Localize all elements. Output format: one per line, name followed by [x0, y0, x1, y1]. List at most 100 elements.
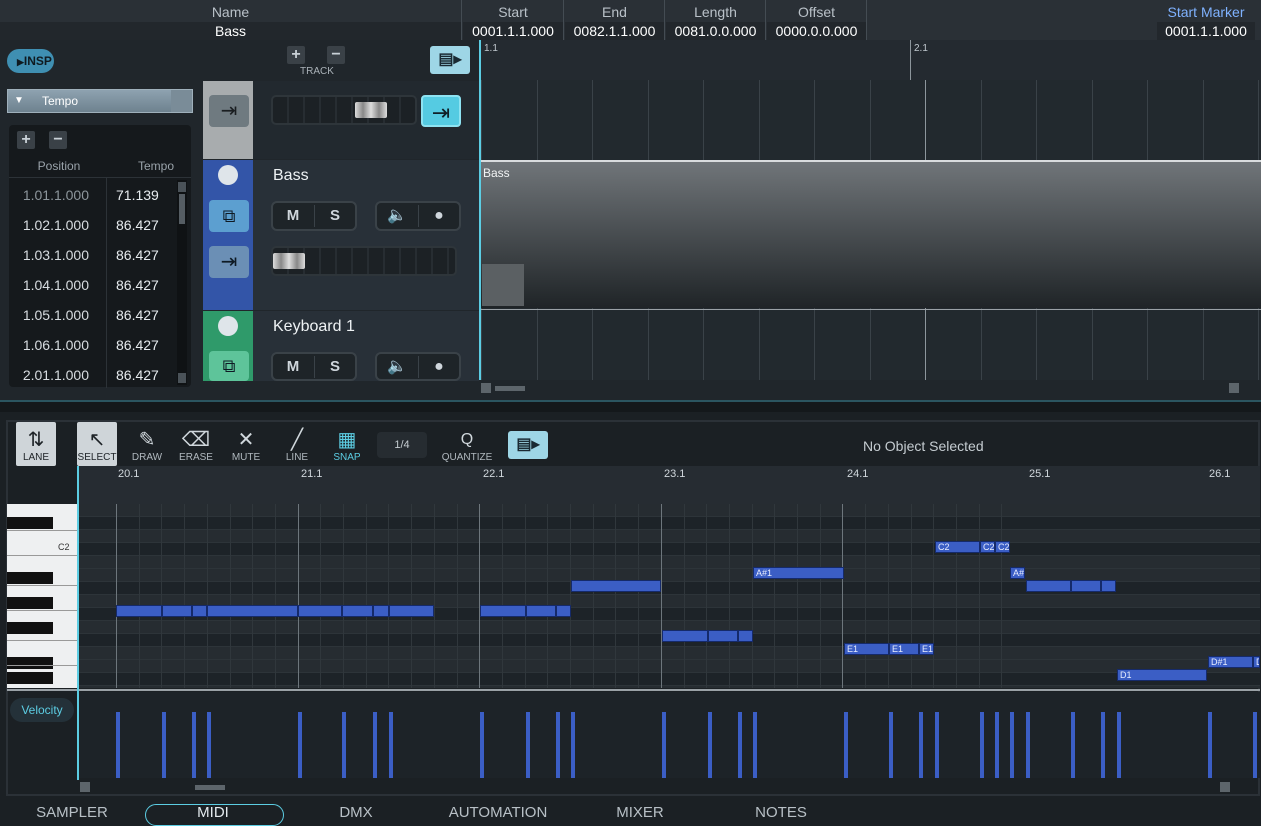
panel-splitter[interactable] [0, 400, 1261, 412]
midi-note[interactable]: A# [1010, 567, 1025, 579]
record-arm-icon[interactable]: ● [419, 354, 459, 380]
arrange-hscroll-thumb[interactable] [495, 386, 525, 391]
piano-hscroll-thumb[interactable] [195, 785, 225, 790]
line-tool[interactable]: ╱ LINE [277, 428, 317, 463]
midi-note[interactable]: D#1 [1208, 656, 1253, 668]
mute-button[interactable]: M [273, 354, 313, 380]
velocity-bar[interactable] [1117, 712, 1121, 778]
velocity-bar[interactable] [298, 712, 302, 778]
tempo-dropdown[interactable]: ▼ Tempo [7, 89, 193, 113]
black-key[interactable] [7, 572, 53, 584]
remove-tempo-button[interactable]: − [49, 131, 67, 149]
start-cell[interactable]: Start 0001.1.1.000 [463, 0, 564, 40]
end-value[interactable]: 0082.1.1.000 [565, 22, 664, 40]
offset-cell[interactable]: Offset 0000.0.0.000 [767, 0, 867, 40]
tempo-row-value[interactable]: 86.427 [116, 330, 159, 360]
inspector-button[interactable]: ▶INSP [7, 49, 54, 73]
output-icon[interactable]: ⇥ [421, 95, 461, 127]
add-track-button[interactable]: + [287, 46, 305, 64]
velocity-bar[interactable] [738, 712, 742, 778]
midi-note[interactable] [207, 605, 298, 617]
fader-thumb[interactable] [355, 102, 387, 118]
midi-note[interactable] [526, 605, 556, 617]
tempo-row-value[interactable]: 86.427 [116, 210, 159, 240]
midi-note[interactable] [162, 605, 192, 617]
velocity-bar[interactable] [919, 712, 923, 778]
velocity-bar[interactable] [526, 712, 530, 778]
mute-tool[interactable]: ✕ MUTE [226, 428, 266, 463]
offset-value[interactable]: 0000.0.0.000 [767, 22, 866, 40]
add-tempo-button[interactable]: + [17, 131, 35, 149]
bass-clip[interactable]: Bass [481, 160, 1261, 308]
tempo-row[interactable]: 1.05.1.000 86.427 [1, 300, 171, 330]
midi-note[interactable]: C2 [980, 541, 995, 553]
start-marker-cell[interactable]: Start Marker 0001.1.1.000 [1157, 0, 1255, 40]
tempo-row-value[interactable]: 71.139 [116, 180, 159, 210]
midi-note[interactable]: A#1 [753, 567, 844, 579]
midi-note[interactable] [1026, 580, 1071, 592]
velocity-bar[interactable] [162, 712, 166, 778]
midi-note[interactable] [192, 605, 207, 617]
tempo-row[interactable]: 1.03.1.000 86.427 [1, 240, 171, 270]
input-icon[interactable]: ⇥ [209, 246, 249, 278]
snap-tool[interactable]: ▦ SNAP [327, 428, 367, 463]
midi-note[interactable] [708, 630, 738, 642]
velocity-bar[interactable] [995, 712, 999, 778]
midi-note[interactable]: C2 [995, 541, 1010, 553]
velocity-lane-button[interactable]: Velocity [10, 698, 74, 722]
monitor-speaker-icon[interactable]: 🔈 [377, 203, 417, 229]
tempo-row[interactable]: 1.04.1.000 86.427 [1, 270, 171, 300]
tempo-scrollbar[interactable] [177, 180, 187, 385]
tempo-row-value[interactable]: 86.427 [116, 240, 159, 270]
arrange-ruler[interactable]: 1.1 2.1 [481, 40, 1261, 80]
start-marker-value[interactable]: 0001.1.1.000 [1157, 22, 1255, 40]
velocity-bar[interactable] [389, 712, 393, 778]
tempo-row[interactable]: 1.06.1.000 86.427 [1, 330, 171, 360]
tab-midi[interactable]: MIDI [163, 804, 263, 821]
midi-note[interactable] [480, 605, 526, 617]
monitor-speaker-icon[interactable]: 🔈 [377, 354, 417, 380]
midi-note[interactable] [373, 605, 389, 617]
tab-mixer[interactable]: MIXER [590, 804, 690, 821]
midi-note[interactable] [556, 605, 571, 617]
velocity-bar[interactable] [556, 712, 560, 778]
midi-note[interactable] [1101, 580, 1116, 592]
tab-sampler[interactable]: SAMPLER [22, 804, 122, 821]
black-key[interactable] [7, 597, 53, 609]
tempo-row[interactable]: 2.01.1.000 86.427 [1, 360, 171, 390]
midi-note[interactable] [662, 630, 708, 642]
top-track-volume-fader[interactable] [271, 95, 417, 125]
velocity-bar[interactable] [1071, 712, 1075, 778]
midi-note[interactable] [1071, 580, 1101, 592]
tempo-row-value[interactable]: 86.427 [116, 300, 159, 330]
note-grid[interactable] [79, 504, 1260, 688]
midi-note[interactable]: E1 [919, 643, 934, 655]
velocity-bar[interactable] [889, 712, 893, 778]
solo-button[interactable]: S [315, 354, 355, 380]
velocity-bar[interactable] [207, 712, 211, 778]
midi-note[interactable] [389, 605, 434, 617]
midi-note[interactable]: C2 [935, 541, 980, 553]
midi-note[interactable]: E1 [844, 643, 889, 655]
midi-note[interactable]: D [1253, 656, 1260, 668]
piano-roll-playhead[interactable] [77, 466, 79, 780]
length-value[interactable]: 0081.0.0.000 [666, 22, 765, 40]
velocity-bar[interactable] [480, 712, 484, 778]
velocity-bar[interactable] [342, 712, 346, 778]
lane-tool[interactable]: ⇅ LANE [16, 428, 56, 463]
black-key[interactable] [7, 657, 53, 669]
tempo-row[interactable]: 1.02.1.000 86.427 [1, 210, 171, 240]
velocity-bar[interactable] [708, 712, 712, 778]
draw-tool[interactable]: ✎ DRAW [127, 428, 167, 463]
solo-button[interactable]: S [315, 203, 355, 229]
name-cell[interactable]: Name Bass [0, 0, 462, 40]
black-key[interactable] [7, 517, 53, 529]
start-value[interactable]: 0001.1.1.000 [463, 22, 563, 40]
velocity-bar[interactable] [1208, 712, 1212, 778]
midi-note[interactable] [571, 580, 661, 592]
tempo-row[interactable]: 1.01.1.000 71.139 [1, 180, 171, 210]
black-key[interactable] [7, 622, 53, 634]
tempo-row-value[interactable]: 86.427 [116, 270, 159, 300]
velocity-bar[interactable] [753, 712, 757, 778]
erase-tool[interactable]: ⌫ ERASE [176, 428, 216, 463]
